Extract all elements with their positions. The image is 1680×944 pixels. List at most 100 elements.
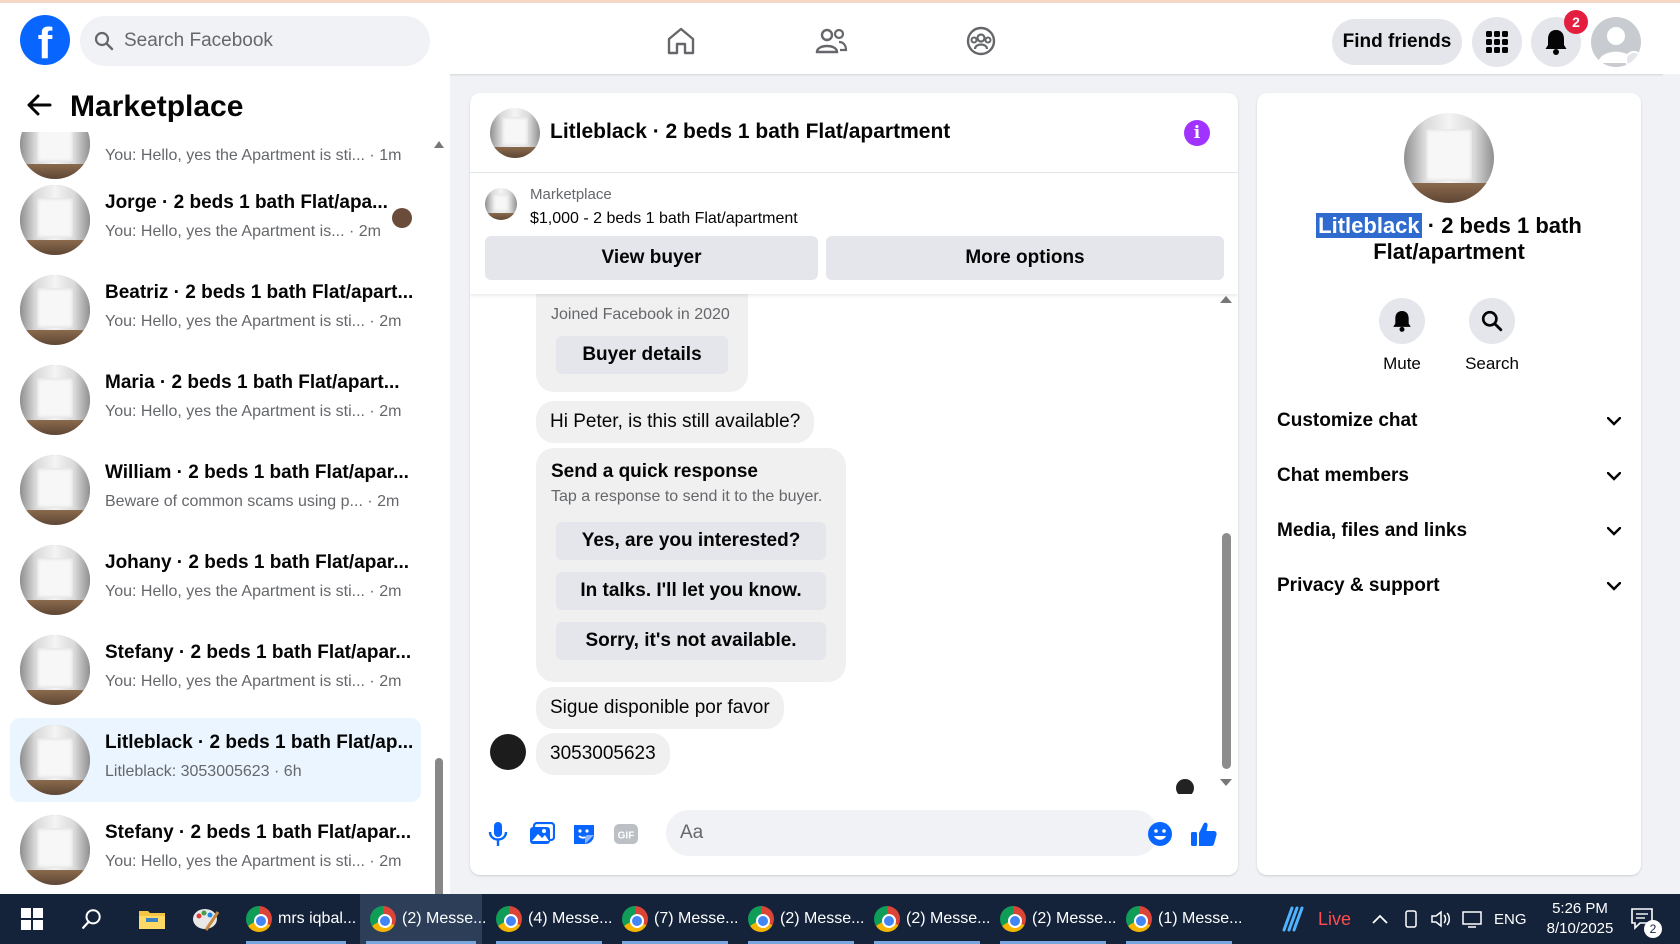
conversation-snippet: Beware of common scams using p... · 2m [105, 493, 400, 510]
sticker-icon[interactable] [568, 818, 600, 850]
taskbar-app-chrome[interactable]: mrs iqbal... [240, 894, 356, 944]
taskbar-app-label: mrs iqbal... [278, 910, 357, 927]
message-bubble: Sigue disponible por favor [536, 687, 784, 729]
quick-response-talks-button[interactable]: In talks. I'll let you know. [556, 572, 826, 610]
chat-scroll-thumb[interactable] [1222, 533, 1231, 769]
conversation-item[interactable]: Stefany · 2 beds 1 bath Flat/apar... You… [10, 808, 421, 892]
search-label: Search [1465, 354, 1519, 373]
bell-icon [1379, 298, 1425, 344]
search-in-chat-button[interactable]: Search [1457, 298, 1527, 374]
groups-icon[interactable] [963, 23, 999, 59]
tray-chevron-up-icon[interactable] [1372, 894, 1388, 944]
chat-thumbnail[interactable] [490, 108, 540, 158]
conversation-snippet: Litleblack: 3053005623 · 6h [105, 763, 302, 780]
chat-title[interactable]: Litleblack · 2 beds 1 bath Flat/apartmen… [550, 120, 950, 144]
sidebar-scrollbar[interactable] [434, 138, 444, 894]
name-rest-line-2: Flat/apartment [1373, 239, 1525, 264]
paint-icon[interactable] [186, 894, 226, 944]
scroll-up-arrow-icon[interactable] [1220, 295, 1232, 303]
volume-icon[interactable] [1430, 894, 1452, 944]
back-arrow-icon[interactable] [26, 94, 52, 116]
scroll-down-arrow-icon[interactable] [1220, 779, 1232, 787]
taskbar-app-chrome[interactable]: (2) Messe... [868, 894, 990, 944]
facebook-logo[interactable]: f [20, 15, 70, 65]
home-icon[interactable] [663, 23, 699, 59]
sender-avatar[interactable] [490, 734, 526, 770]
media-files-links-item[interactable]: Media, files and links [1277, 511, 1621, 551]
seen-avatar [392, 208, 412, 228]
clock[interactable]: 5:26 PM 8/10/2025 [1538, 894, 1622, 944]
chat-scrollbar[interactable] [1220, 293, 1232, 793]
customize-chat-item[interactable]: Customize chat [1277, 401, 1621, 441]
search-input[interactable]: Search Facebook [80, 16, 430, 66]
cricket-widget-icon [1282, 906, 1304, 932]
taskbar-app-label: (2) Messe... [780, 910, 865, 927]
more-options-button[interactable]: More options [826, 236, 1224, 280]
gif-icon[interactable]: GIF [610, 818, 642, 850]
conversation-item[interactable]: Maria · 2 beds 1 bath Flat/apart... You:… [10, 358, 421, 442]
sidebar-scroll-thumb[interactable] [435, 758, 443, 894]
privacy-support-item[interactable]: Privacy & support [1277, 566, 1621, 606]
message-input[interactable]: Aa [666, 810, 1158, 856]
taskbar-app-chrome-active[interactable]: (2) Messe... [360, 894, 486, 944]
joined-text: Joined Facebook in 2020 [551, 306, 730, 323]
quick-response-yes-button[interactable]: Yes, are you interested? [556, 522, 826, 560]
conversation-name: Stefany · 2 beds 1 bath Flat/apar... [105, 642, 412, 663]
search-placeholder: Search Facebook [124, 30, 273, 51]
profile-avatar[interactable] [1591, 17, 1641, 67]
conversation-item[interactable]: Beatriz · 2 beds 1 bath Flat/apart... Yo… [10, 268, 421, 352]
scroll-up-arrow-icon[interactable] [434, 140, 444, 148]
taskbar-app-chrome[interactable]: (1) Messe... [1120, 894, 1242, 944]
taskbar-app-chrome[interactable]: (2) Messe... [994, 894, 1116, 944]
message-bubble: 3053005623 [536, 733, 670, 775]
listing-thumbnail [20, 545, 90, 615]
microphone-icon[interactable] [482, 818, 514, 850]
thumbs-up-icon[interactable] [1188, 818, 1220, 850]
windows-start-icon[interactable] [14, 894, 50, 944]
chat-panel: Litleblack · 2 beds 1 bath Flat/apartmen… [470, 93, 1238, 875]
listing-thumbnail-large[interactable] [1404, 113, 1494, 203]
photo-icon[interactable] [526, 818, 558, 850]
file-explorer-icon[interactable] [134, 894, 170, 944]
listing-thumbnail [20, 815, 90, 885]
live-label: Live [1318, 908, 1352, 929]
taskbar-app-chrome[interactable]: (7) Messe... [616, 894, 738, 944]
taskbar-search-icon[interactable] [74, 894, 110, 944]
name-rest: · 2 beds 1 bath [1421, 213, 1582, 238]
conversation-name: Stefany · 2 beds 1 bath Flat/apar... [105, 822, 412, 843]
action-center-icon[interactable]: 2 [1630, 894, 1662, 944]
listing-thumbnail [20, 725, 90, 795]
view-buyer-button[interactable]: View buyer [485, 236, 818, 280]
conversation-item[interactable]: Jorge · 2 beds 1 bath Flat/apa... You: H… [10, 178, 421, 262]
chrome-icon [246, 906, 272, 932]
friends-icon[interactable] [813, 23, 849, 59]
emoji-icon[interactable] [1144, 818, 1176, 850]
conversation-name: Johany · 2 beds 1 bath Flat/apar... [105, 552, 410, 573]
seen-avatar [1176, 779, 1194, 794]
taskbar-app-chrome[interactable]: (2) Messe... [742, 894, 864, 944]
conversation-item[interactable]: Johany · 2 beds 1 bath Flat/apar... You:… [10, 538, 421, 622]
conversation-snippet: You: Hello, yes the Apartment is... · 2m [105, 223, 381, 240]
chat-members-item[interactable]: Chat members [1277, 456, 1621, 496]
tray-device-icon[interactable] [1402, 894, 1420, 944]
conversation-item[interactable]: William · 2 beds 1 bath Flat/apar... Bew… [10, 448, 421, 532]
menu-grid-icon[interactable] [1472, 17, 1522, 67]
conversation-item[interactable]: Stefany · 2 beds 1 bath Flat/apar... You… [10, 628, 421, 712]
conversation-item-active[interactable]: Litleblack · 2 beds 1 bath Flat/ap... Li… [10, 718, 421, 802]
conversation-snippet: You: Hello, yes the Apartment is sti... … [105, 853, 402, 870]
mute-button[interactable]: Mute [1367, 298, 1437, 374]
language-indicator[interactable]: ENG [1494, 894, 1527, 944]
live-widget[interactable]: Live [1280, 894, 1351, 944]
quick-response-subtitle: Tap a response to send it to the buyer. [551, 488, 823, 505]
taskbar-app-chrome[interactable]: (4) Messe... [490, 894, 612, 944]
search-icon [94, 31, 114, 51]
buyer-details-button[interactable]: Buyer details [556, 336, 728, 374]
network-icon[interactable] [1462, 894, 1484, 944]
listing-price[interactable]: $1,000 - 2 beds 1 bath Flat/apartment [530, 210, 798, 228]
page-scrollbar[interactable] [1663, 74, 1680, 894]
taskbar-app-label: (7) Messe... [654, 910, 739, 927]
listing-label: Marketplace [530, 186, 612, 203]
info-icon[interactable]: i [1184, 120, 1210, 146]
find-friends-button[interactable]: Find friends [1332, 19, 1462, 65]
quick-response-sorry-button[interactable]: Sorry, it's not available. [556, 622, 826, 660]
